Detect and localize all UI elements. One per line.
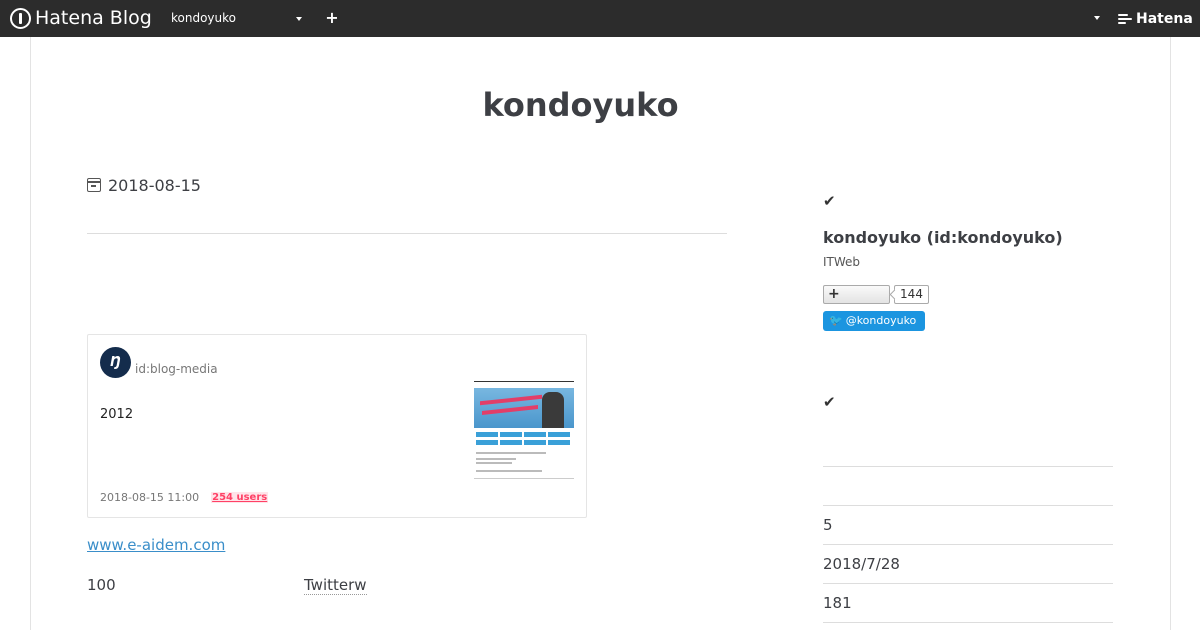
plus-icon: + bbox=[828, 286, 840, 302]
embed-meta: 2018-08-15 11:00 254 users bbox=[100, 491, 269, 504]
embed-timestamp: 2018-08-15 11:00 bbox=[100, 491, 200, 504]
thumbnail-menu bbox=[474, 432, 574, 448]
author-avatar[interactable]: Ŋ bbox=[100, 347, 131, 378]
sidebar-divider bbox=[823, 505, 1113, 506]
entry-divider bbox=[87, 233, 727, 234]
embed-thumbnail[interactable] bbox=[474, 381, 574, 479]
new-entry-button[interactable]: + bbox=[325, 10, 339, 26]
blog-title[interactable]: kondoyuko bbox=[0, 86, 1161, 124]
blog-selector[interactable]: kondoyuko bbox=[171, 11, 306, 27]
check-icon: ✔ bbox=[823, 192, 836, 210]
hatena-blog-logo-icon bbox=[10, 7, 31, 29]
entry-date-text: 2018-08-15 bbox=[108, 175, 201, 195]
logo-text: Hatena Blog bbox=[35, 7, 152, 29]
sidebar-divider bbox=[823, 544, 1113, 545]
profile-description: ITWeb bbox=[823, 255, 861, 269]
hatena-logo[interactable]: Hatena bbox=[1118, 10, 1193, 28]
sidebar-list-item[interactable]: 2018/7/28 bbox=[823, 555, 900, 573]
chevron-down-icon bbox=[296, 17, 302, 21]
subscribe-button[interactable]: + bbox=[823, 285, 890, 304]
blog-selector-label: kondoyuko bbox=[171, 11, 236, 25]
embed-title[interactable]: 2012 bbox=[100, 407, 133, 422]
thumbnail-person bbox=[542, 392, 564, 428]
global-header: Hatena Blog kondoyuko + Hatena bbox=[0, 0, 1200, 37]
entry-date[interactable]: 2018-08-15 bbox=[87, 175, 201, 195]
sidebar-divider bbox=[823, 622, 1113, 623]
twitter-keyword-link[interactable]: Twitterw bbox=[304, 576, 367, 595]
user-menu-chevron-icon[interactable] bbox=[1094, 16, 1100, 20]
sidebar-divider bbox=[823, 466, 1113, 467]
check-icon: ✔ bbox=[823, 393, 836, 411]
twitter-bird-icon: 🐦 bbox=[829, 314, 843, 327]
entry-text: 100 bbox=[87, 576, 116, 594]
twitter-follow-button[interactable]: 🐦 @kondoyuko bbox=[823, 311, 925, 331]
subscriber-count[interactable]: 144 bbox=[894, 285, 929, 304]
calendar-icon bbox=[87, 178, 101, 192]
embed-author[interactable]: id:blog-media bbox=[135, 362, 218, 376]
hatena-blog-logo[interactable]: Hatena Blog bbox=[10, 7, 152, 29]
sidebar-list-item[interactable]: 5 bbox=[823, 516, 833, 534]
profile-name[interactable]: kondoyuko (id:kondoyuko) bbox=[823, 228, 1063, 247]
blog-embed-card[interactable]: Ŋ id:blog-media 2012 2018-08-15 11:00 25… bbox=[87, 334, 587, 518]
twitter-handle: @kondoyuko bbox=[845, 314, 917, 327]
sidebar-list-item[interactable]: 181 bbox=[823, 594, 852, 612]
external-link[interactable]: www.e-aidem.com bbox=[87, 536, 225, 554]
sidebar-divider bbox=[823, 583, 1113, 584]
hatena-logo-text: Hatena bbox=[1136, 11, 1193, 27]
bookmark-users-badge[interactable]: 254 users bbox=[211, 492, 269, 503]
hatena-mark-icon bbox=[1118, 13, 1134, 25]
